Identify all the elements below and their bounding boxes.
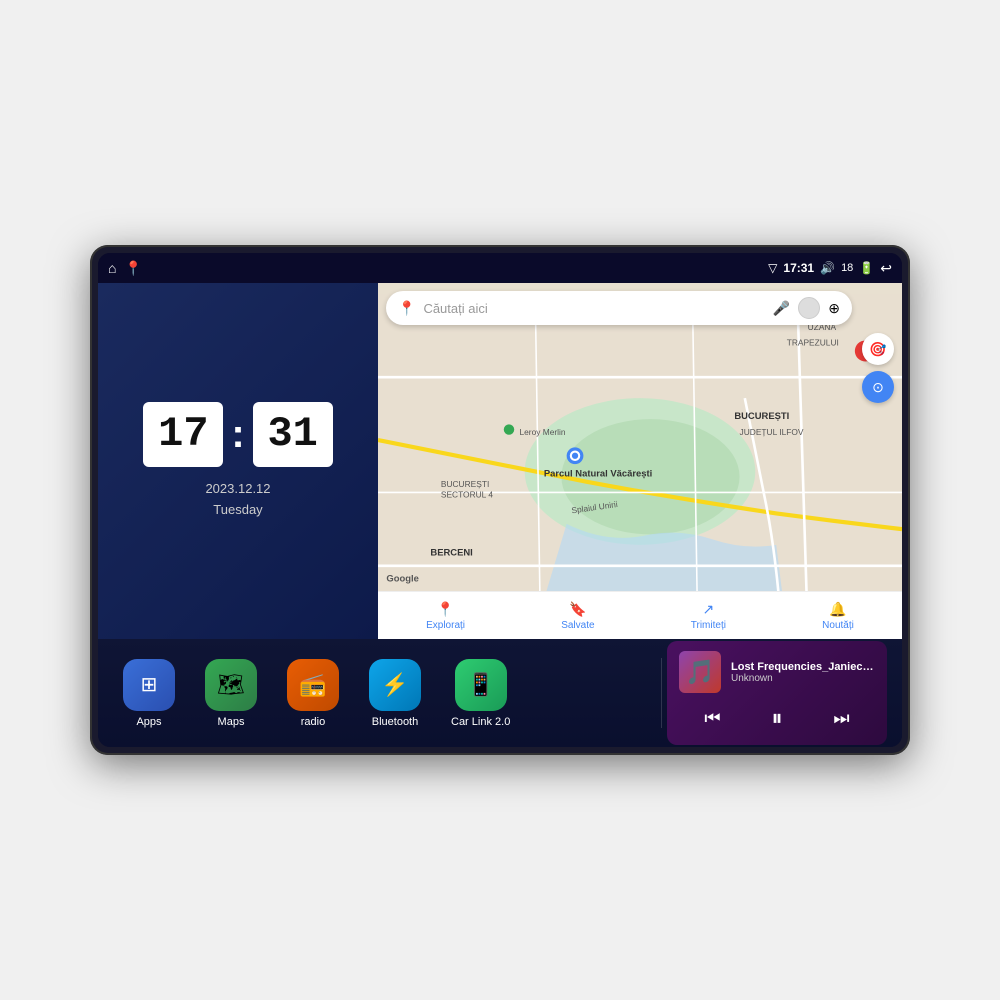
carlink-label: Car Link 2.0 bbox=[451, 716, 510, 728]
volume-icon[interactable]: 🔊 bbox=[820, 261, 835, 275]
music-next-button[interactable]: ⏭ bbox=[825, 704, 857, 733]
status-time: 17:31 bbox=[783, 261, 814, 275]
maps-icon[interactable]: 📍 bbox=[124, 260, 141, 277]
music-thumb-img: 🎵 bbox=[685, 658, 715, 687]
carlink-icon-bg: 📱 bbox=[455, 659, 507, 711]
map-nav-saved-label: Salvate bbox=[561, 620, 594, 631]
device-body: ⌂ 📍 ▽ 17:31 🔊 18 🔋 ↩ 17 : bbox=[90, 245, 910, 755]
map-widget[interactable]: 📍 Căutați aici 🎤 ⊕ bbox=[378, 283, 902, 639]
map-nav-news[interactable]: 🔔 Noutăți bbox=[822, 601, 854, 631]
map-bottom-nav: 📍 Explorați 🔖 Salvate ↗ Trimiteți 🔔 bbox=[378, 591, 902, 639]
radio-icon-bg: 📻 bbox=[287, 659, 339, 711]
map-background: Parcul Natural Văcărești Leroy Merlin BU… bbox=[378, 283, 902, 639]
app-icon-apps[interactable]: ⊞ Apps bbox=[108, 651, 190, 736]
app-icon-radio[interactable]: 📻 radio bbox=[272, 651, 354, 736]
music-text: Lost Frequencies_Janieck Devy-... Unknow… bbox=[731, 661, 875, 684]
radio-label: radio bbox=[301, 716, 325, 728]
app-icon-maps[interactable]: 🗺 Maps bbox=[190, 651, 272, 736]
section-divider bbox=[661, 658, 662, 728]
svg-text:Parcul Natural Văcărești: Parcul Natural Văcărești bbox=[544, 468, 652, 479]
clock-minutes: 31 bbox=[253, 402, 333, 467]
svg-text:Leroy Merlin: Leroy Merlin bbox=[519, 427, 565, 437]
map-voice-icon[interactable]: 🎤 bbox=[773, 300, 790, 317]
map-pin-icon: 📍 bbox=[398, 300, 415, 317]
map-location-btn[interactable]: 🎯 bbox=[862, 333, 894, 365]
apps-label: Apps bbox=[136, 716, 161, 728]
apps-row: ⊞ Apps 🗺 Maps 📻 radio bbox=[108, 651, 656, 736]
bt-icon-bg: ⚡ bbox=[369, 659, 421, 711]
clock-date: 2023.12.12 Tuesday bbox=[205, 479, 270, 521]
back-button[interactable]: ↩ bbox=[880, 260, 892, 277]
maps-icon-bg: 🗺 bbox=[205, 659, 257, 711]
svg-text:BERCENI: BERCENI bbox=[430, 546, 472, 557]
send-icon: ↗ bbox=[702, 601, 714, 618]
app-icon-carlink[interactable]: 📱 Car Link 2.0 bbox=[436, 651, 525, 736]
clock-day-value: Tuesday bbox=[205, 500, 270, 521]
svg-text:SECTORUL 4: SECTORUL 4 bbox=[441, 490, 493, 500]
svg-text:TRAPEZULUI: TRAPEZULUI bbox=[787, 338, 839, 348]
saved-icon: 🔖 bbox=[569, 601, 586, 618]
map-nav-explore-label: Explorați bbox=[426, 620, 465, 631]
music-play-button[interactable]: ⏸ bbox=[763, 701, 790, 735]
svg-text:Google: Google bbox=[386, 573, 418, 584]
clock-widget: 17 : 31 2023.12.12 Tuesday bbox=[98, 283, 378, 639]
music-player: 🎵 Lost Frequencies_Janieck Devy-... Unkn… bbox=[667, 641, 887, 745]
news-icon: 🔔 bbox=[829, 601, 846, 618]
location-icon: ▽ bbox=[768, 261, 777, 275]
map-layers-icon[interactable]: ⊕ bbox=[828, 300, 840, 317]
clock-date-value: 2023.12.12 bbox=[205, 479, 270, 500]
status-bar-left: ⌂ 📍 bbox=[108, 260, 142, 277]
bluetooth-label: Bluetooth bbox=[372, 716, 418, 728]
explore-icon: 📍 bbox=[437, 601, 454, 618]
maps-icon: 🗺 bbox=[217, 672, 245, 698]
map-nav-send-label: Trimiteți bbox=[691, 620, 726, 631]
top-section: 17 : 31 2023.12.12 Tuesday 📍 Căutați aic… bbox=[98, 283, 902, 639]
main-area: 17 : 31 2023.12.12 Tuesday 📍 Căutați aic… bbox=[98, 283, 902, 747]
status-bar: ⌂ 📍 ▽ 17:31 🔊 18 🔋 ↩ bbox=[98, 253, 902, 283]
home-icon[interactable]: ⌂ bbox=[108, 260, 116, 276]
music-controls: ⏮ ⏸ ⏭ bbox=[679, 701, 875, 735]
map-user-avatar[interactable] bbox=[798, 297, 820, 319]
clock-colon: : bbox=[231, 412, 244, 457]
map-nav-explore[interactable]: 📍 Explorați bbox=[426, 601, 465, 631]
clock-display: 17 : 31 bbox=[143, 402, 332, 467]
maps-label: Maps bbox=[218, 716, 245, 728]
svg-text:BUCUREȘTI: BUCUREȘTI bbox=[441, 479, 489, 489]
music-title: Lost Frequencies_Janieck Devy-... bbox=[731, 661, 875, 673]
map-search-placeholder: Căutați aici bbox=[423, 301, 764, 316]
music-prev-button[interactable]: ⏮ bbox=[696, 704, 728, 733]
music-thumbnail: 🎵 bbox=[679, 651, 721, 693]
apps-icon: ⊞ bbox=[141, 672, 158, 697]
map-controls: 🎯 ⊙ bbox=[862, 333, 894, 403]
battery-value: 18 bbox=[841, 262, 853, 274]
bottom-section: ⊞ Apps 🗺 Maps 📻 radio bbox=[98, 639, 902, 747]
music-artist: Unknown bbox=[731, 673, 875, 684]
svg-text:BUCUREȘTI: BUCUREȘTI bbox=[734, 410, 789, 421]
svg-text:JUDEȚUL ILFOV: JUDEȚUL ILFOV bbox=[740, 427, 804, 437]
app-icon-bluetooth[interactable]: ⚡ Bluetooth bbox=[354, 651, 436, 736]
bluetooth-icon: ⚡ bbox=[381, 672, 408, 698]
map-search-bar[interactable]: 📍 Căutați aici 🎤 ⊕ bbox=[386, 291, 852, 325]
status-bar-right: ▽ 17:31 🔊 18 🔋 ↩ bbox=[768, 260, 892, 277]
carlink-icon: 📱 bbox=[467, 672, 494, 698]
music-info: 🎵 Lost Frequencies_Janieck Devy-... Unkn… bbox=[679, 651, 875, 693]
clock-hours: 17 bbox=[143, 402, 223, 467]
apps-icon-bg: ⊞ bbox=[123, 659, 175, 711]
battery-icon: 🔋 bbox=[859, 261, 874, 275]
map-nav-send[interactable]: ↗ Trimiteți bbox=[691, 601, 726, 631]
map-navigate-btn[interactable]: ⊙ bbox=[862, 371, 894, 403]
radio-icon: 📻 bbox=[299, 672, 326, 698]
device-screen: ⌂ 📍 ▽ 17:31 🔊 18 🔋 ↩ 17 : bbox=[98, 253, 902, 747]
map-nav-news-label: Noutăți bbox=[822, 620, 854, 631]
map-nav-saved[interactable]: 🔖 Salvate bbox=[561, 601, 594, 631]
